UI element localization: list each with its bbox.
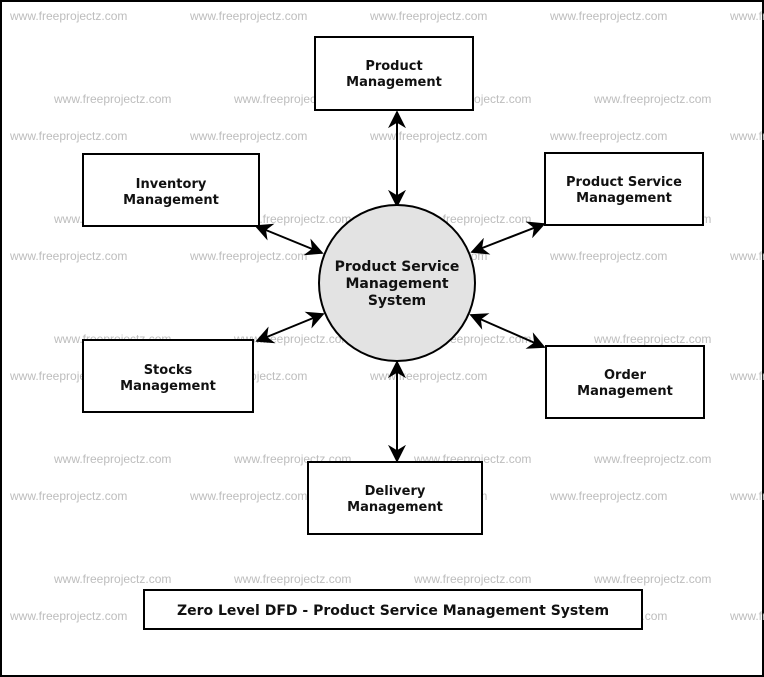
entity-delivery-management[interactable]: Delivery Management bbox=[307, 461, 483, 535]
flow-order bbox=[469, 313, 546, 349]
entity-inventory-management[interactable]: Inventory Management bbox=[82, 153, 260, 227]
flow-inventory bbox=[254, 223, 324, 256]
entity-label-line-2: Management bbox=[123, 193, 219, 208]
process-label-line-1: Product Service bbox=[335, 259, 460, 275]
entity-label-line-2: Management bbox=[346, 75, 442, 90]
entity-label-line-2: Management bbox=[576, 191, 672, 206]
process-label-line-2: Management bbox=[345, 276, 448, 292]
entity-order-management[interactable]: Order Management bbox=[545, 345, 705, 419]
entity-label-line-1: Product bbox=[365, 59, 422, 74]
entity-label-line-1: Stocks bbox=[144, 363, 193, 378]
center-process[interactable]: Product Service Management System bbox=[318, 204, 476, 362]
entity-stocks-management[interactable]: Stocks Management bbox=[82, 339, 254, 413]
entity-label-line-1: Inventory bbox=[136, 177, 207, 192]
diagram-title: Zero Level DFD - Product Service Managem… bbox=[177, 603, 609, 619]
dfd-diagram: Product Service Management System Produc… bbox=[82, 36, 705, 630]
entity-label-line-2: Management bbox=[347, 500, 443, 515]
entity-label-line-1: Order bbox=[604, 368, 647, 383]
flow-product-service bbox=[470, 221, 546, 255]
process-label-line-3: System bbox=[368, 293, 426, 309]
entity-label-line-2: Management bbox=[120, 379, 216, 394]
entity-product-service-management[interactable]: Product Service Management bbox=[544, 152, 704, 226]
diagram-title-box: Zero Level DFD - Product Service Managem… bbox=[143, 589, 643, 630]
entity-product-management[interactable]: Product Management bbox=[314, 36, 474, 111]
entity-label-line-1: Product Service bbox=[566, 175, 682, 190]
entity-label-line-1: Delivery bbox=[365, 484, 426, 499]
flow-stocks bbox=[255, 311, 325, 344]
entity-label-line-2: Management bbox=[577, 384, 673, 399]
